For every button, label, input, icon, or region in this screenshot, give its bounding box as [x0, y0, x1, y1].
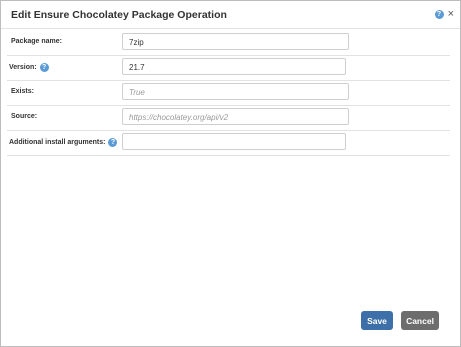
install-args-input[interactable]: [122, 133, 346, 150]
package-name-label: Package name:: [11, 38, 62, 45]
exists-label: Exists:: [11, 88, 34, 95]
cancel-button[interactable]: Cancel: [401, 311, 439, 330]
version-label: Version: ?: [9, 63, 49, 72]
version-help-icon[interactable]: ?: [39, 63, 49, 72]
exists-input[interactable]: True: [122, 83, 349, 100]
version-input[interactable]: 21.7: [122, 58, 346, 75]
install-args-help-icon[interactable]: ?: [108, 138, 118, 147]
exists-row: Exists: True: [7, 80, 450, 106]
source-row: Source: https://chocolatey.org/api/v2: [7, 105, 450, 131]
header-divider: [1, 28, 460, 29]
install-args-row: Additional install arguments: ?: [7, 130, 450, 156]
edit-operation-dialog: Edit Ensure Chocolatey Package Operation…: [0, 0, 461, 347]
close-icon[interactable]: ×: [448, 9, 454, 20]
help-icon[interactable]: ?: [434, 10, 444, 19]
install-args-label: Additional install arguments: ?: [9, 138, 118, 147]
source-input[interactable]: https://chocolatey.org/api/v2: [122, 108, 349, 125]
save-button[interactable]: Save: [361, 311, 393, 330]
package-name-row: Package name: 7zip: [7, 30, 450, 56]
source-label: Source:: [11, 113, 38, 120]
version-row: Version: ? 21.7: [7, 55, 450, 81]
dialog-title: Edit Ensure Chocolatey Package Operation: [11, 9, 227, 21]
package-name-input[interactable]: 7zip: [122, 33, 349, 50]
header-icons: ? ×: [434, 9, 454, 20]
